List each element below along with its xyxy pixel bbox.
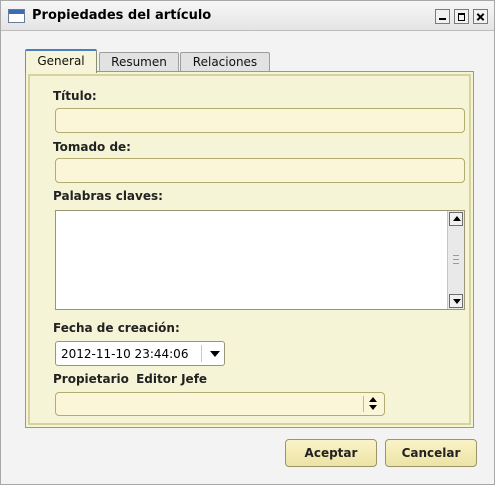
taken-from-label: Tomado de:	[53, 140, 131, 154]
creation-date-value: 2012-11-10 23:44:06	[61, 347, 189, 361]
keywords-textarea[interactable]	[56, 211, 447, 309]
close-icon[interactable]	[473, 9, 488, 24]
arrow-up-icon[interactable]	[449, 212, 463, 226]
taken-from-field[interactable]	[55, 158, 465, 183]
tab-resumen[interactable]: Resumen	[99, 52, 179, 72]
title-label: Título:	[53, 89, 97, 103]
maximize-icon[interactable]	[454, 9, 469, 24]
title-bar[interactable]: Propiedades del artículo	[1, 1, 494, 31]
cancel-button[interactable]: Cancelar	[385, 439, 477, 467]
creation-date-label: Fecha de creación:	[53, 321, 180, 335]
select-divider	[363, 396, 364, 412]
scroll-grip-icon[interactable]	[453, 255, 459, 264]
chevron-down-icon[interactable]	[209, 351, 220, 359]
keywords-scrollbar[interactable]	[447, 211, 464, 309]
creation-date-picker[interactable]: 2012-11-10 23:44:06	[55, 341, 225, 366]
up-down-arrows-icon[interactable]	[369, 397, 378, 411]
title-field[interactable]	[55, 108, 465, 133]
tab-general[interactable]: General	[25, 49, 97, 73]
panel-inner-frame: Título: Tomado de: Palabras claves: Fech…	[28, 74, 471, 425]
properties-dialog: Propiedades del artículo General Resumen…	[0, 0, 495, 485]
owner-select[interactable]	[55, 392, 385, 416]
owner-value: Editor Jefe	[136, 372, 208, 386]
window-title: Propiedades del artículo	[32, 8, 212, 23]
owner-label: Propietario	[53, 372, 129, 386]
window-icon	[8, 9, 25, 23]
keywords-textarea-frame	[55, 210, 465, 310]
dropdown-divider	[201, 345, 202, 362]
minimize-icon[interactable]	[435, 9, 450, 24]
keywords-label: Palabras claves:	[53, 189, 163, 203]
tab-relaciones[interactable]: Relaciones	[180, 52, 270, 72]
general-tab-panel: Título: Tomado de: Palabras claves: Fech…	[25, 71, 474, 428]
accept-button[interactable]: Aceptar	[285, 439, 377, 467]
arrow-down-icon[interactable]	[449, 294, 463, 308]
owner-row: Propietario Editor Jefe	[53, 372, 207, 386]
